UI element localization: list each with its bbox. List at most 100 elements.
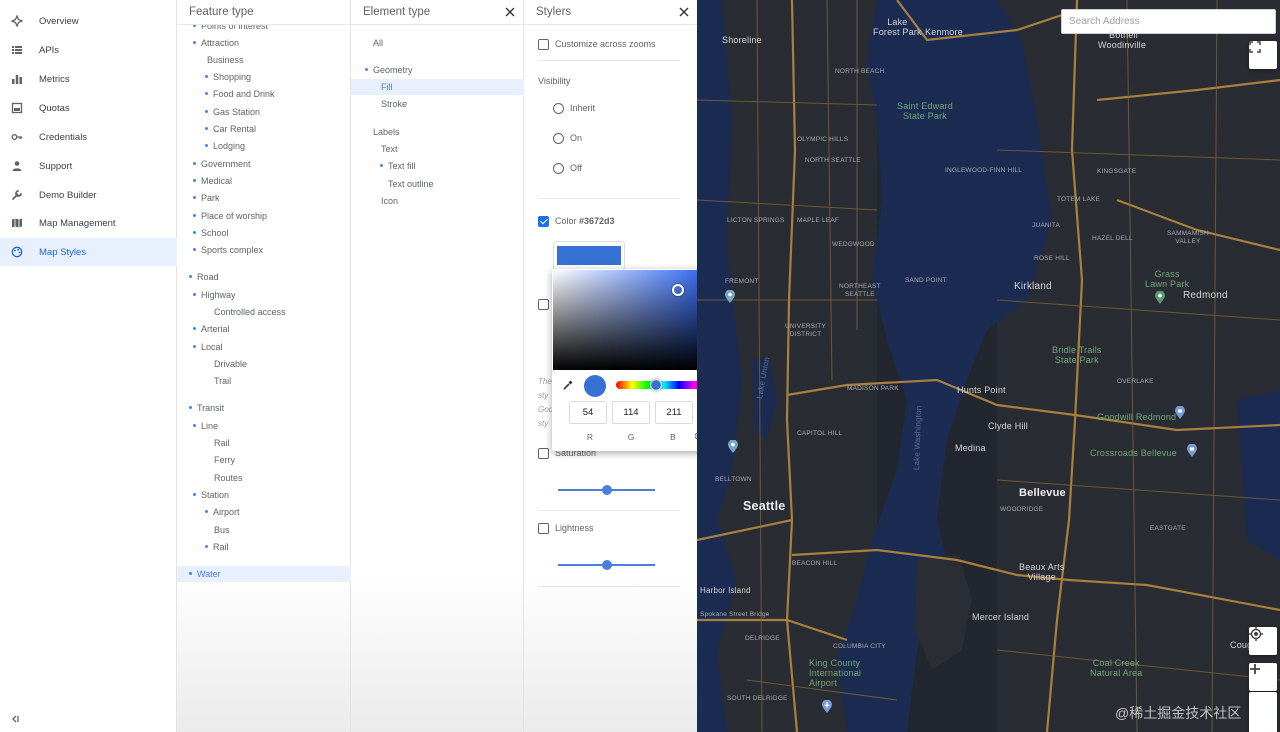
saturation-checkbox[interactable] — [538, 448, 549, 459]
feature-type-item[interactable]: Rail — [205, 539, 229, 555]
element-type-item[interactable]: Fill — [351, 79, 524, 95]
zoom-in-button[interactable] — [1249, 663, 1277, 691]
map-view[interactable]: Lake Forest Park Kenmore Shoreline Bothe… — [697, 0, 1280, 732]
saturation-slider[interactable] — [558, 485, 655, 495]
color-checkbox[interactable] — [538, 216, 549, 227]
element-type-item[interactable]: Text fill — [380, 158, 416, 174]
saturation-value-area[interactable] — [553, 270, 720, 370]
feature-type-item[interactable]: Trail — [214, 373, 231, 389]
feature-type-item[interactable]: Car Rental — [205, 121, 256, 137]
nav-item-metrics[interactable]: Metrics — [0, 65, 177, 93]
feature-type-item[interactable]: Lodging — [205, 138, 245, 154]
feature-type-label: Shopping — [213, 72, 252, 82]
collapse-sidebar-icon[interactable] — [10, 714, 22, 726]
feature-type-item[interactable]: Park — [193, 190, 220, 206]
my-location-button[interactable] — [1249, 627, 1277, 655]
saturation-thumb[interactable] — [672, 284, 684, 296]
feature-type-item[interactable]: Local — [193, 339, 223, 355]
modified-dot-icon — [189, 275, 192, 279]
nav-item-demo-builder[interactable]: Demo Builder — [0, 181, 177, 209]
feature-type-item[interactable]: Business — [207, 52, 244, 68]
green-input[interactable] — [612, 401, 650, 424]
feature-type-item[interactable]: Shopping — [205, 69, 251, 85]
park-pin-icon[interactable] — [1154, 291, 1166, 305]
feature-type-item[interactable]: Transit — [189, 400, 224, 416]
feature-type-item[interactable]: Highway — [193, 287, 236, 303]
feature-type-item[interactable]: Controlled access — [214, 304, 286, 320]
element-type-item[interactable]: Stroke — [381, 96, 407, 112]
weight-checkbox[interactable] — [538, 299, 549, 310]
feature-type-item[interactable]: Drivable — [214, 356, 247, 372]
map-label: Medina — [955, 443, 986, 453]
feature-type-item[interactable]: Arterial — [193, 321, 230, 337]
feature-type-item[interactable]: Routes — [214, 470, 243, 486]
feature-type-item[interactable]: Sports complex — [193, 242, 263, 258]
feature-type-item[interactable]: Station — [193, 487, 229, 503]
feature-type-item[interactable]: Rail — [214, 435, 230, 451]
visibility-on-radio[interactable] — [553, 133, 564, 144]
map-pin-icon[interactable] — [724, 290, 736, 304]
eyedropper-icon[interactable] — [562, 379, 574, 391]
slider-thumb[interactable] — [601, 560, 612, 570]
nav-item-overview[interactable]: Overview — [0, 7, 177, 35]
feature-type-label: Transit — [197, 403, 225, 413]
airport-pin-icon[interactable] — [821, 700, 833, 714]
visibility-inherit-radio[interactable] — [553, 103, 564, 114]
map-label: Lake Forest Park — [873, 17, 922, 37]
close-icon[interactable] — [677, 5, 691, 19]
feature-type-item[interactable]: Water — [177, 566, 351, 582]
customize-across-zooms-checkbox[interactable] — [538, 39, 549, 50]
search-address-input[interactable] — [1061, 9, 1276, 34]
nav-item-apis[interactable]: APIs — [0, 36, 177, 64]
shopping-pin-icon[interactable] — [1174, 406, 1186, 420]
hue-slider[interactable] — [616, 379, 710, 391]
nav-item-credentials[interactable]: Credentials — [0, 123, 177, 151]
map-label: OVERLAKE — [1117, 378, 1154, 385]
feature-type-item[interactable]: Bus — [214, 522, 230, 538]
element-type-item[interactable]: All — [373, 35, 383, 51]
color-swatch-button[interactable] — [553, 241, 625, 270]
red-input[interactable] — [569, 401, 607, 424]
modified-dot-icon — [189, 406, 192, 410]
map-label: Clyde Hill — [988, 421, 1029, 431]
lightness-checkbox[interactable] — [538, 523, 549, 534]
feature-type-item[interactable]: Road — [189, 269, 219, 285]
feature-type-item[interactable]: Place of worship — [193, 208, 267, 224]
close-icon[interactable] — [503, 5, 517, 19]
nav-item-map-management[interactable]: Map Management — [0, 209, 177, 237]
feature-type-item[interactable]: Food and Drink — [205, 86, 275, 102]
map-label: Shoreline — [722, 35, 762, 45]
zoom-out-button[interactable] — [1249, 692, 1277, 732]
lightness-slider[interactable] — [558, 560, 655, 570]
element-type-item[interactable]: Text — [381, 141, 398, 157]
feature-type-item[interactable]: Medical — [193, 173, 232, 189]
modified-dot-icon — [193, 327, 196, 331]
nav-item-map-styles[interactable]: Map Styles — [0, 238, 177, 266]
nav-item-support[interactable]: Support — [0, 152, 177, 180]
hue-thumb[interactable] — [650, 379, 662, 391]
feature-type-item[interactable]: Line — [193, 418, 218, 434]
stylers-header: Stylers — [524, 0, 697, 25]
element-type-item[interactable]: Icon — [381, 193, 398, 209]
fullscreen-button[interactable] — [1249, 41, 1277, 69]
shopping-pin-icon[interactable] — [1186, 444, 1198, 458]
green-label: G — [627, 432, 635, 442]
map-pin-icon[interactable] — [727, 440, 739, 454]
slider-thumb[interactable] — [601, 485, 612, 495]
feature-type-item[interactable]: Attraction — [193, 35, 239, 51]
element-type-item[interactable]: Text outline — [388, 176, 434, 192]
description-text: sty — [538, 391, 549, 400]
map-label: SAND POINT — [905, 277, 947, 284]
nav-item-quotas[interactable]: Quotas — [0, 94, 177, 122]
element-type-item[interactable]: Labels — [373, 124, 400, 140]
feature-type-item[interactable]: Government — [193, 156, 251, 172]
feature-type-item[interactable]: Ferry — [214, 452, 235, 468]
feature-type-item[interactable]: Airport — [205, 504, 240, 520]
map-label: Spokane Street Bridge — [700, 611, 770, 618]
blue-input[interactable] — [655, 401, 693, 424]
feature-type-item[interactable]: Gas Station — [205, 104, 260, 120]
feature-type-item[interactable]: School — [193, 225, 229, 241]
element-type-item[interactable]: Geometry — [365, 62, 413, 78]
map-label: FREMONT — [725, 278, 759, 285]
visibility-off-radio[interactable] — [553, 163, 564, 174]
